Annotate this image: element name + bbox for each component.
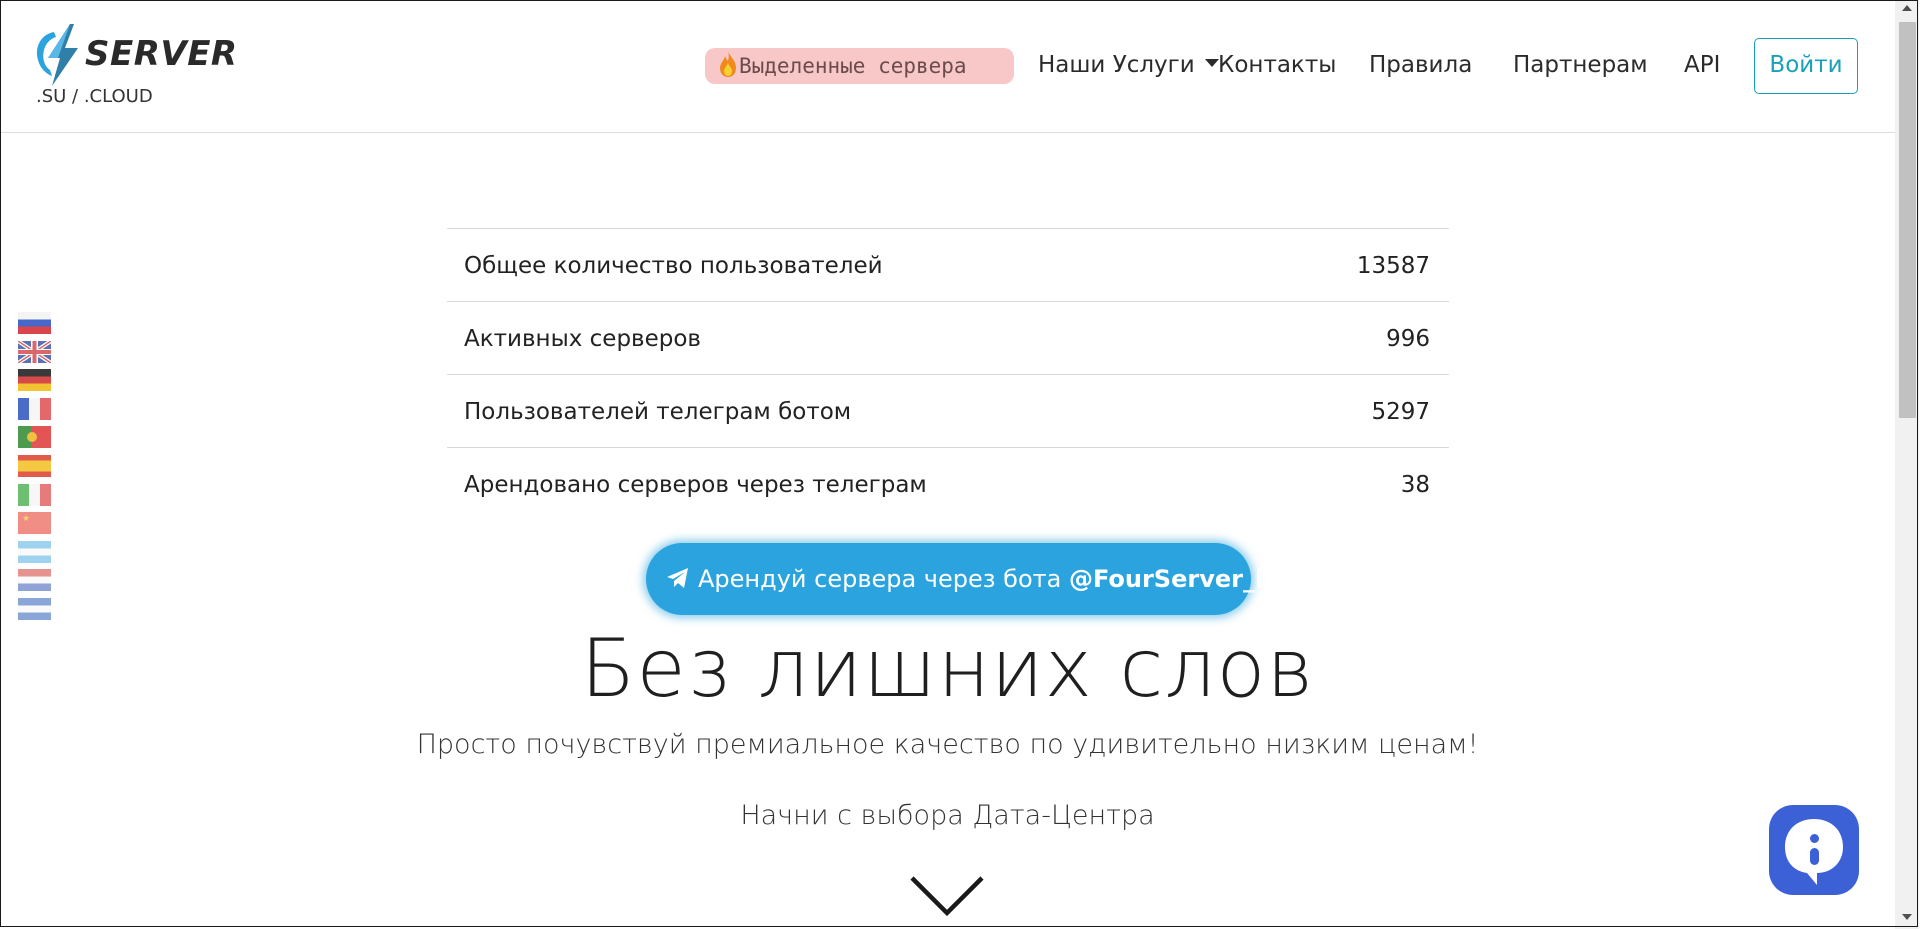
flag-it-icon[interactable] <box>18 483 51 506</box>
language-switcher: ★ <box>18 312 52 627</box>
flag-gb-shape <box>18 340 51 363</box>
stat-label: Активных серверов <box>464 326 701 352</box>
stat-label: Общее количество пользователей <box>464 253 883 279</box>
scroll-thumb[interactable] <box>1899 22 1916 418</box>
nav-partners[interactable]: Партнерам <box>1513 52 1648 78</box>
stat-value: 996 <box>1386 326 1430 352</box>
stat-label: Пользователей телеграм ботом <box>464 399 852 425</box>
dedicated-servers-promo[interactable]: Выделенные сервера <box>705 48 1014 84</box>
stat-label: Арендовано серверов через телеграм <box>464 472 927 498</box>
telegram-button-text: Арендуй сервера через бота <box>698 565 1062 593</box>
flag-nl-icon[interactable] <box>18 569 51 592</box>
hero-cta-text: Начни с выбора Дата-Центра <box>740 800 1155 831</box>
site-logo[interactable]: SERVER .SU / .CLOUD <box>34 24 237 114</box>
scroll-down-icon[interactable] <box>1902 914 1912 920</box>
stat-row: Активных серверов 996 <box>447 301 1449 374</box>
flag-pt-icon[interactable] <box>18 426 51 449</box>
fire-icon <box>720 51 736 77</box>
scroll-up-icon[interactable] <box>1902 5 1912 11</box>
chat-bubble-icon <box>1785 819 1843 885</box>
stat-value: 13587 <box>1356 253 1430 279</box>
promo-label: Выделенные сервера <box>739 54 967 78</box>
telegram-bot-handle: @FourServer_bot <box>1068 565 1301 593</box>
page-scrollbar[interactable] <box>1895 0 1919 929</box>
stat-row: Арендовано серверов через телеграм 38 <box>447 447 1449 520</box>
nav-api[interactable]: API <box>1684 52 1720 78</box>
stat-value: 38 <box>1400 472 1430 498</box>
stat-value: 5297 <box>1371 399 1430 425</box>
flag-fr-icon[interactable] <box>18 397 51 420</box>
hero-title: Без лишних слов <box>580 622 1315 715</box>
flag-cn-icon[interactable]: ★ <box>18 512 51 535</box>
brand-domains: .SU / .CLOUD <box>36 86 153 107</box>
chevron-down-icon[interactable] <box>909 875 985 919</box>
stat-row: Пользователей телеграм ботом 5297 <box>447 374 1449 447</box>
brand-name: SERVER <box>85 34 238 74</box>
flag-pt-emblem <box>27 432 37 443</box>
flag-ru-icon[interactable] <box>18 312 51 334</box>
nav-services-dropdown[interactable]: Наши Услуги <box>1038 52 1219 78</box>
flag-ar-icon[interactable] <box>18 540 51 563</box>
stats-table: Общее количество пользователей 13587 Акт… <box>447 228 1449 520</box>
nav-contacts[interactable]: Контакты <box>1218 52 1336 78</box>
login-button[interactable]: Войти <box>1754 38 1858 94</box>
hero-subtitle: Просто почувствуй премиальное качество п… <box>416 729 1479 760</box>
flag-sv-icon[interactable] <box>18 597 51 620</box>
telegram-plane-icon <box>667 568 688 588</box>
nav-rules[interactable]: Правила <box>1369 52 1472 78</box>
caret-down-icon <box>1204 59 1219 67</box>
flag-cn-star: ★ <box>22 514 31 525</box>
nav-services-label: Наши Услуги <box>1038 52 1195 78</box>
flag-es-icon[interactable] <box>18 454 51 477</box>
lightning-logo-icon <box>36 24 78 86</box>
flag-gb-icon[interactable] <box>18 340 51 363</box>
site-header: SERVER .SU / .CLOUD Выделенные сервера Н… <box>0 0 1895 133</box>
flag-de-icon[interactable] <box>18 369 51 392</box>
stat-row: Общее количество пользователей 13587 <box>447 228 1449 301</box>
telegram-bot-button[interactable]: Арендуй сервера через бота @FourServer_b… <box>646 543 1300 615</box>
chat-widget-button[interactable] <box>1769 805 1859 895</box>
